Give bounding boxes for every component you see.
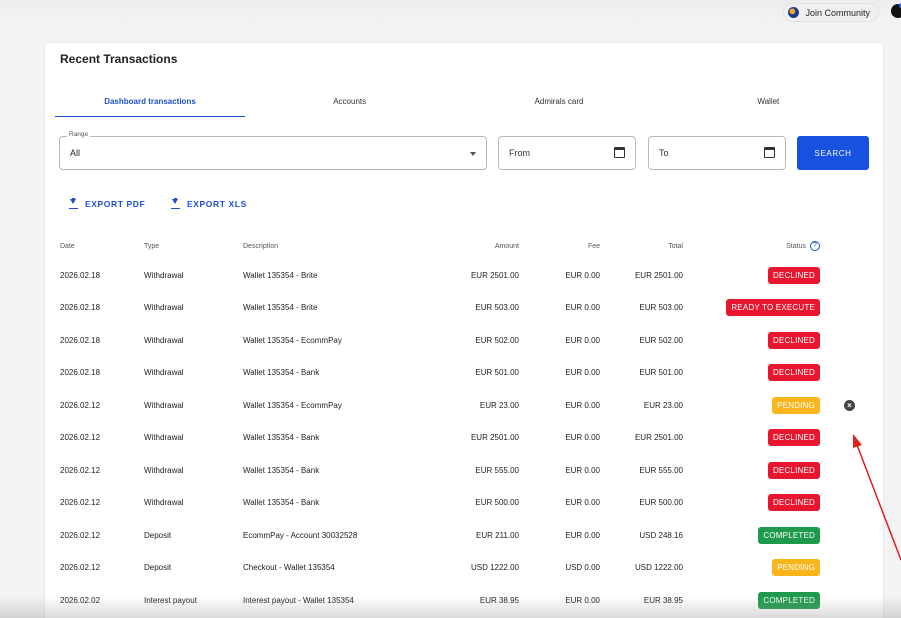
annotation-arrow (853, 434, 901, 561)
